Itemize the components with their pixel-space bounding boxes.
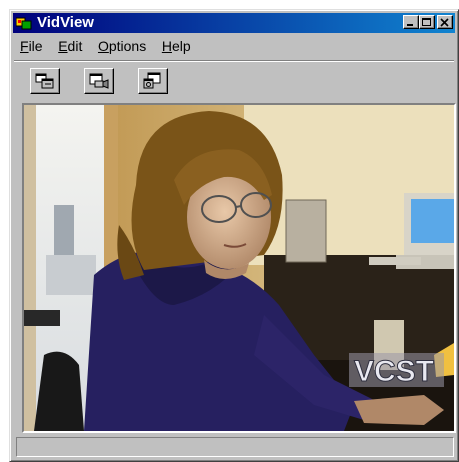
vcst-watermark: VCST xyxy=(354,355,434,388)
vidview-app-icon[interactable] xyxy=(15,16,32,30)
maximize-icon[interactable] xyxy=(419,15,435,29)
menu-help-rest: elp xyxy=(171,38,191,54)
toolbar-divider xyxy=(14,60,454,62)
menu-edit-rest: dit xyxy=(67,38,83,54)
close-icon[interactable] xyxy=(437,15,453,29)
camera-window-icon xyxy=(89,73,109,89)
video-feed[interactable]: VCST xyxy=(22,103,456,433)
menu-bar: File Edit Options Help xyxy=(14,36,454,56)
toolbar xyxy=(14,60,454,100)
menu-edit[interactable]: Edit xyxy=(52,36,88,56)
dual-window-icon xyxy=(35,73,54,89)
video-frame-image: VCST xyxy=(24,105,454,431)
vidview-window: VidView File Edit Options Help VCST xyxy=(9,9,459,462)
window-title: VidView xyxy=(37,14,94,31)
menu-options-rest: ptions xyxy=(108,38,147,54)
minimize-icon[interactable] xyxy=(403,15,419,29)
snapshot-window-icon xyxy=(143,72,161,89)
menu-help[interactable]: Help xyxy=(156,36,197,56)
camera-window-button[interactable] xyxy=(84,68,114,94)
title-bar[interactable]: VidView xyxy=(13,13,455,33)
dual-window-button[interactable] xyxy=(30,68,60,94)
status-bar xyxy=(16,437,454,457)
snapshot-window-button[interactable] xyxy=(138,68,168,94)
menu-file-rest: ile xyxy=(28,38,43,54)
menu-file[interactable]: File xyxy=(14,36,49,56)
menu-options[interactable]: Options xyxy=(92,36,152,56)
